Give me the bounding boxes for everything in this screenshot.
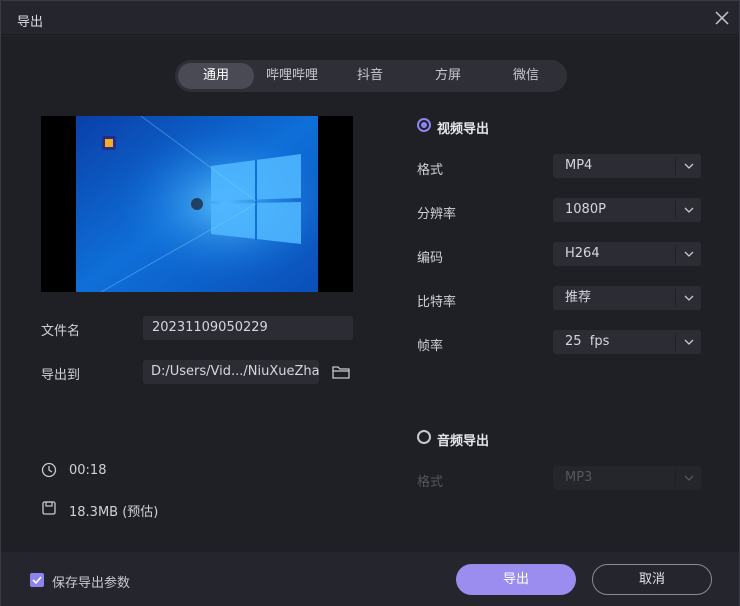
chevron-down-icon (684, 251, 694, 257)
bitrate-select[interactable]: 推荐 (553, 286, 701, 310)
audio-export-label: 音频导出 (437, 434, 490, 449)
select-divider (675, 289, 676, 307)
dialog-footer: 保存导出参数 导出 取消 (1, 552, 739, 606)
audio-export-radio[interactable] (417, 430, 431, 444)
video-export-radio[interactable] (417, 118, 431, 132)
dialog-title: 导出 (17, 15, 44, 30)
dialog-content: 通用 哔哩哔哩 抖音 方屏 微信 文件名 20231109050229 导出到 … (1, 36, 739, 552)
select-divider (675, 245, 676, 263)
chevron-down-icon (684, 207, 694, 213)
cancel-button[interactable]: 取消 (592, 564, 712, 595)
filename-label: 文件名 (41, 324, 81, 339)
tab-general[interactable]: 通用 (178, 63, 254, 89)
export-to-label: 导出到 (41, 368, 81, 383)
tab-wechat[interactable]: 微信 (488, 63, 564, 89)
audio-format-value: MP3 (565, 470, 593, 485)
audio-format-select: MP3 (553, 466, 701, 490)
select-divider (675, 469, 676, 487)
chevron-down-icon (684, 475, 694, 481)
tab-douyin[interactable]: 抖音 (332, 63, 408, 89)
save-size-icon (42, 501, 56, 515)
save-params-label: 保存导出参数 (52, 576, 131, 591)
bitrate-value: 推荐 (565, 290, 592, 305)
resolution-label: 分辨率 (417, 207, 457, 222)
preset-tabs: 通用 哔哩哔哩 抖音 方屏 微信 (175, 60, 567, 92)
checkmark-icon (32, 576, 42, 585)
duration-text: 00:18 (69, 463, 107, 478)
audio-format-label: 格式 (417, 475, 444, 490)
clock-icon (41, 462, 57, 478)
resolution-value: 1080P (565, 202, 606, 217)
video-preview (41, 116, 353, 292)
video-export-label: 视频导出 (437, 122, 490, 137)
chevron-down-icon (684, 295, 694, 301)
codec-value: H264 (565, 246, 600, 261)
bitrate-label: 比特率 (417, 295, 457, 310)
tab-bilibili[interactable]: 哔哩哔哩 (254, 63, 330, 89)
framerate-value: 25 fps (565, 334, 610, 349)
export-path-field[interactable]: D:/Users/Vid.../NiuXueZhang (143, 360, 319, 384)
export-button[interactable]: 导出 (456, 564, 576, 595)
export-dialog: 导出 通用 哔哩哔哩 抖音 方屏 微信 文件名 20231109050229 导… (0, 0, 740, 606)
chevron-down-icon (684, 163, 694, 169)
format-select[interactable]: MP4 (553, 154, 701, 178)
framerate-select[interactable]: 25 fps (553, 330, 701, 354)
close-icon[interactable] (713, 9, 731, 27)
select-divider (675, 201, 676, 219)
folder-icon[interactable] (331, 363, 351, 381)
format-value: MP4 (565, 158, 593, 173)
resolution-select[interactable]: 1080P (553, 198, 701, 222)
filename-field[interactable]: 20231109050229 (143, 316, 353, 340)
codec-label: 编码 (417, 251, 444, 266)
format-label: 格式 (417, 163, 444, 178)
tab-square[interactable]: 方屏 (410, 63, 486, 89)
select-divider (675, 157, 676, 175)
codec-select[interactable]: H264 (553, 242, 701, 266)
framerate-label: 帧率 (417, 339, 444, 354)
chevron-down-icon (684, 339, 694, 345)
select-divider (675, 333, 676, 351)
filesize-text: 18.3MB (预估) (69, 505, 159, 520)
save-params-checkbox[interactable] (30, 573, 44, 587)
title-bar: 导出 (1, 1, 739, 35)
